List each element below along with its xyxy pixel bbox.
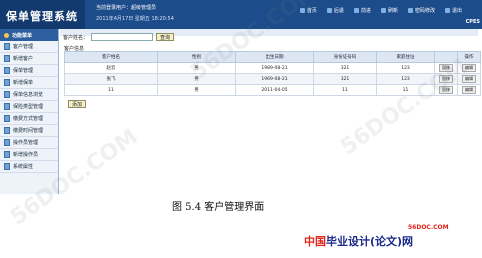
- cell-name: 赵云: [64, 62, 158, 74]
- cell-id-number: 11: [313, 84, 377, 96]
- nav-back[interactable]: 后退: [326, 7, 344, 14]
- cell-action-2: 编辑: [457, 84, 481, 96]
- home-icon: [299, 8, 305, 13]
- cell-action-1: 国移: [434, 73, 458, 85]
- sidebar-item-add-policy[interactable]: 新增保单: [0, 77, 58, 89]
- footer-site: 56DOC.COM: [408, 224, 449, 231]
- figure-caption: 图 5.4 客户管理界面: [172, 202, 265, 213]
- nav-logout[interactable]: 退出: [444, 7, 462, 14]
- edit-button[interactable]: 编辑: [462, 75, 476, 83]
- nav-home[interactable]: 首页: [299, 7, 317, 14]
- brand-corner: CPES: [465, 19, 480, 25]
- sidebar-item-operator-manage[interactable]: 操作员管理: [0, 137, 58, 149]
- col-header: [434, 51, 458, 63]
- search-button[interactable]: 查询: [156, 33, 175, 41]
- document-icon: [4, 163, 10, 170]
- move-button[interactable]: 国移: [439, 64, 453, 72]
- cell-birthdate: 2011-04-05: [235, 84, 314, 96]
- footer-brand-main: 毕业设计(论文)网: [326, 235, 414, 248]
- col-header: 家庭住址: [376, 51, 435, 63]
- table-header-row: 客户姓名 性别 出生日期 身份证号码 家庭住址 操作: [64, 51, 481, 63]
- cell-birthdate: 1969-08-21: [235, 73, 314, 85]
- col-header: 操作: [457, 51, 481, 63]
- document-icon: [4, 67, 10, 74]
- cell-action-1: 国移: [434, 62, 458, 74]
- search-row: 客户姓名： 查询: [63, 33, 175, 41]
- customer-name-input[interactable]: [91, 33, 154, 41]
- customer-table: 客户姓名 性别 出生日期 身份证号码 家庭住址 操作 赵云 男 1989-08-…: [64, 51, 481, 96]
- document-icon: [4, 55, 10, 62]
- current-user: 当前登录用户：超级管理员: [96, 5, 157, 11]
- table-row: 张飞 男 1969-08-21 321 123 国移 编辑: [64, 73, 481, 85]
- cell-name: 11: [64, 84, 158, 96]
- document-icon: [4, 91, 10, 98]
- add-customer-button[interactable]: 添加: [68, 100, 87, 108]
- sidebar-item-add-customer[interactable]: 新增客户: [0, 53, 58, 65]
- sidebar-item-customer-manage[interactable]: 客户管理: [0, 41, 58, 53]
- nav-change-password[interactable]: 密码修改: [407, 7, 435, 14]
- sidebar-item-add-operator[interactable]: 新增操作员: [0, 149, 58, 161]
- nav-forward[interactable]: 前进: [353, 7, 371, 14]
- sidebar-item-policy-browse[interactable]: 保单信息浏览: [0, 89, 58, 101]
- document-icon: [4, 43, 10, 50]
- cell-id-number: 321: [313, 73, 377, 85]
- sidebar-item-policy-manage[interactable]: 保单管理: [0, 65, 58, 77]
- sidebar-item-payment-time[interactable]: 缴费时间管理: [0, 125, 58, 137]
- col-header: 身份证号码: [313, 51, 377, 63]
- cell-name: 张飞: [64, 73, 158, 85]
- cell-address: 123: [376, 73, 435, 85]
- sidebar-item-payment-method[interactable]: 缴费方式管理: [0, 113, 58, 125]
- refresh-icon: [380, 8, 386, 13]
- logout-icon: [444, 8, 450, 13]
- document-icon: [4, 127, 10, 134]
- sidebar-item-system-attrs[interactable]: 系统属性: [0, 161, 58, 173]
- edit-button[interactable]: 编辑: [462, 64, 476, 72]
- table-row: 11 男 2011-04-05 11 11 国移 编辑: [64, 84, 481, 96]
- edit-button[interactable]: 编辑: [462, 86, 476, 94]
- current-date: 2011年4月17日 星期五 18:20:54: [96, 16, 174, 22]
- document-icon: [4, 151, 10, 158]
- document-icon: [4, 79, 10, 86]
- move-button[interactable]: 国移: [439, 75, 453, 83]
- app-header: 保单管理系统 当前登录用户：超级管理员 2011年4月17日 星期五 18:20…: [0, 0, 482, 29]
- col-header: 性别: [157, 51, 236, 63]
- cell-gender: 男: [157, 73, 236, 85]
- cell-gender: 男: [157, 84, 236, 96]
- cell-address: 11: [376, 84, 435, 96]
- col-header: 客户姓名: [64, 51, 158, 63]
- cell-address: 123: [376, 62, 435, 74]
- nav-refresh[interactable]: 刷新: [380, 7, 398, 14]
- cell-birthdate: 1989-08-21: [235, 62, 314, 74]
- search-label: 客户姓名：: [63, 34, 89, 41]
- footer-brand: 中国毕业设计(论文)网: [304, 233, 413, 249]
- key-icon: [407, 8, 413, 13]
- gear-icon: [4, 32, 9, 38]
- sidebar: 功能菜单 客户管理 新增客户 保单管理 新增保单 保单信息浏览 保险类型管理 缴…: [0, 29, 59, 194]
- sidebar-title: 功能菜单: [12, 32, 33, 39]
- sidebar-header: 功能菜单: [0, 29, 58, 41]
- back-icon: [326, 8, 332, 13]
- cell-action-2: 编辑: [457, 62, 481, 74]
- cell-action-1: 国移: [434, 84, 458, 96]
- cell-action-2: 编辑: [457, 73, 481, 85]
- col-header: 出生日期: [235, 51, 314, 63]
- cell-gender: 男: [157, 62, 236, 74]
- document-icon: [4, 115, 10, 122]
- forward-icon: [353, 8, 359, 13]
- sidebar-item-insurance-type[interactable]: 保险类型管理: [0, 101, 58, 113]
- footer-brand-prefix: 中国: [304, 235, 326, 248]
- move-button[interactable]: 国移: [439, 86, 453, 94]
- main-content: 客户姓名： 查询 客户信息 客户姓名 性别 出生日期 身份证号码 家庭住址 操作…: [60, 29, 481, 109]
- top-nav: 首页 后退 前进 刷新 密码修改 退出: [299, 7, 462, 14]
- logo-area: 保单管理系统: [0, 0, 85, 29]
- document-icon: [4, 139, 10, 146]
- document-icon: [4, 103, 10, 110]
- cell-id-number: 321: [313, 62, 377, 74]
- table-row: 赵云 男 1989-08-21 321 123 国移 编辑: [64, 62, 481, 74]
- app-title: 保单管理系统: [6, 10, 78, 23]
